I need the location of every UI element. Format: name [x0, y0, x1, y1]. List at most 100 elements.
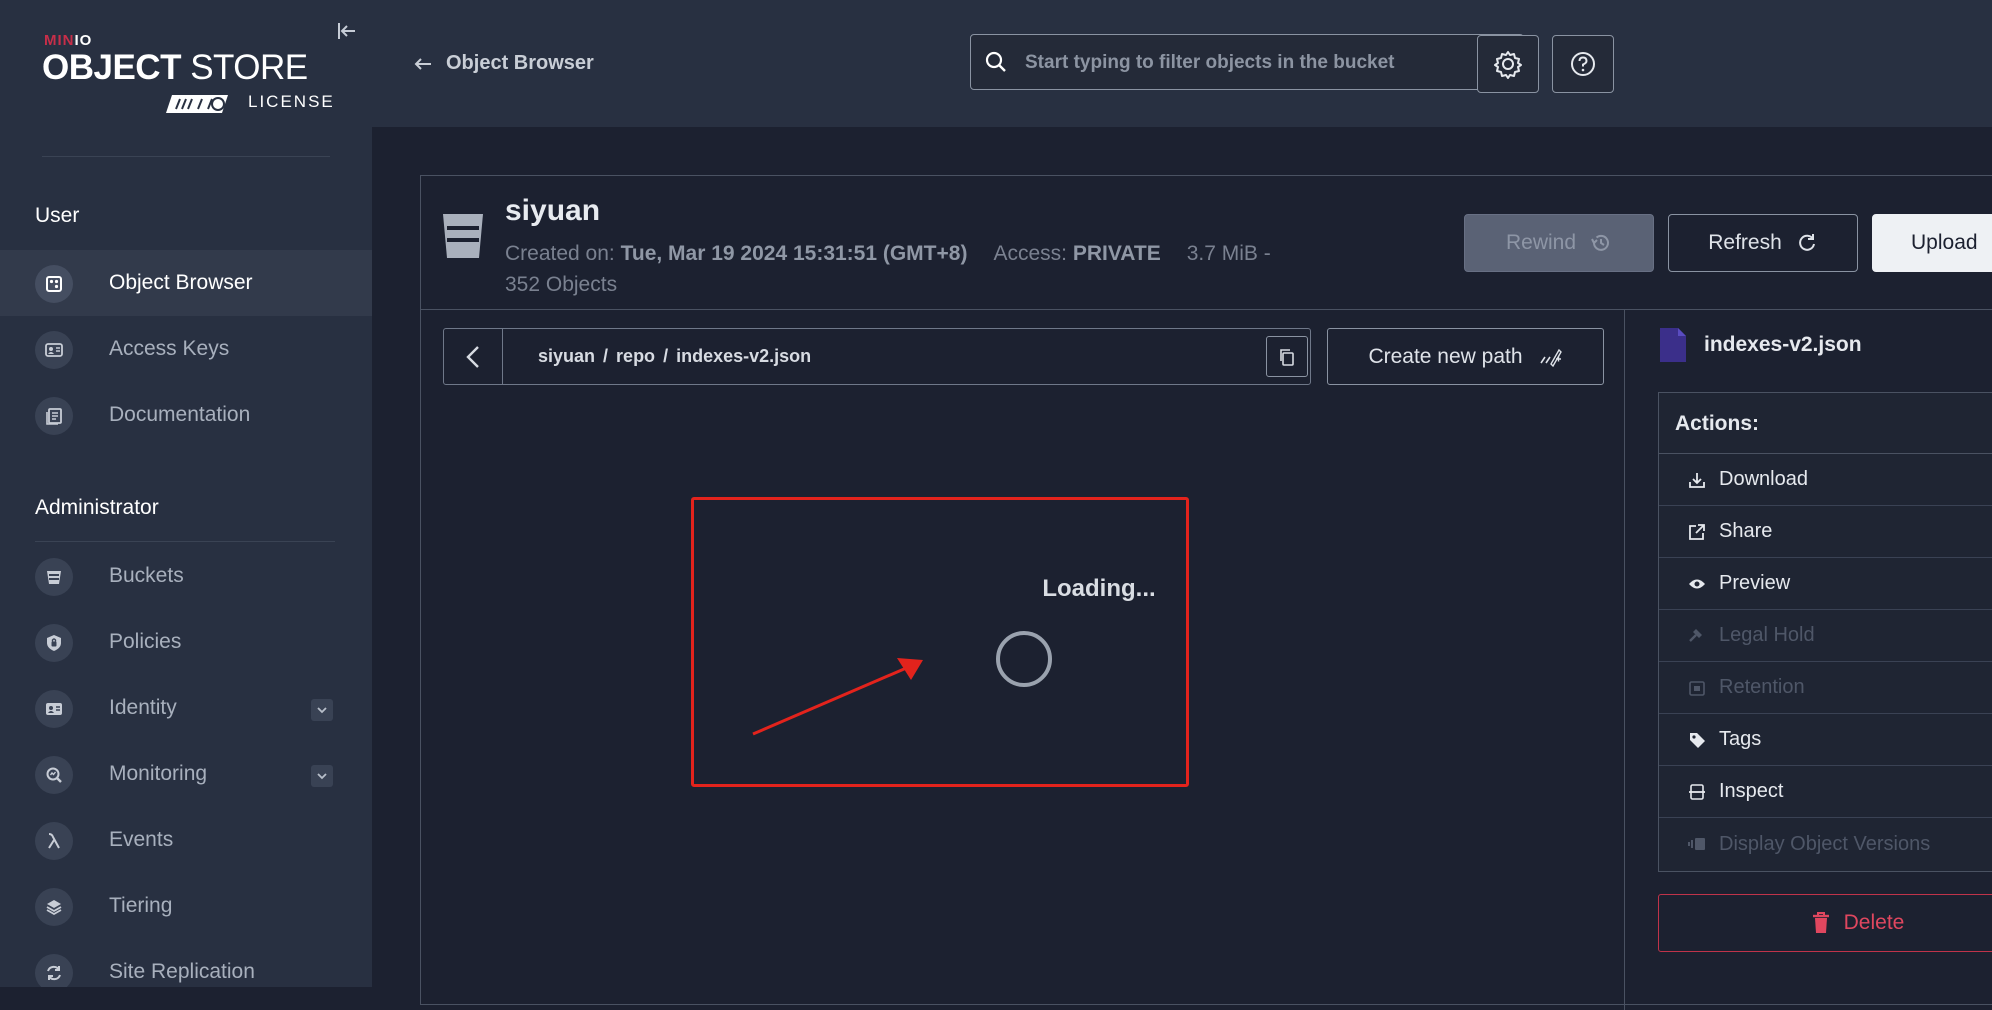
sidebar-item-label: Object Browser — [109, 271, 253, 294]
logo-brand: MINIO — [44, 32, 93, 49]
object-details-panel: indexes-v2.json Actions: Download Share … — [1658, 310, 1992, 1010]
rewind-button[interactable]: Rewind — [1464, 214, 1654, 272]
bucket-icon — [35, 558, 73, 596]
lambda-icon — [35, 822, 73, 860]
access-label: Access: — [993, 242, 1067, 265]
sidebar-item-identity[interactable]: Identity — [0, 675, 372, 741]
chevron-down-icon[interactable] — [311, 765, 333, 787]
bucket-metadata: Created on: Tue, Mar 19 2024 15:31:51 (G… — [505, 238, 1325, 300]
action-share[interactable]: Share — [1659, 506, 1992, 558]
action-label: Download — [1719, 468, 1808, 490]
section-label-user: User — [35, 204, 80, 227]
loading-spinner-icon — [996, 631, 1052, 687]
breadcrumb-item[interactable]: siyuan — [538, 346, 595, 366]
help-icon — [1571, 52, 1595, 76]
access-keys-icon — [35, 331, 73, 369]
bucket-icon — [441, 212, 485, 260]
file-icon — [1660, 328, 1686, 362]
object-name: indexes-v2.json — [1704, 333, 1862, 356]
loading-text: Loading... — [1042, 575, 1156, 602]
action-retention: Retention — [1659, 662, 1992, 714]
action-label: Inspect — [1719, 780, 1784, 802]
refresh-icon — [1798, 234, 1815, 251]
sidebar-item-label: Access Keys — [109, 337, 230, 360]
sidebar-divider — [42, 156, 330, 157]
trash-icon — [1812, 912, 1829, 933]
sidebar-item-label: Tiering — [109, 894, 173, 917]
gear-icon — [1494, 51, 1522, 79]
sidebar-item-label: Monitoring — [109, 762, 208, 785]
create-new-path-label: Create new path — [1368, 344, 1523, 368]
shield-icon — [35, 624, 73, 662]
sidebar-item-label: Events — [109, 828, 174, 851]
versions-icon — [1687, 834, 1707, 854]
magnifier-icon — [35, 756, 73, 794]
download-icon — [1687, 470, 1707, 490]
annotation-highlight-box — [691, 497, 1189, 787]
agpl-badge-icon — [166, 95, 228, 113]
create-new-path-button[interactable]: Create new path — [1327, 328, 1604, 385]
logo-product: OBJECT STORE — [42, 48, 308, 87]
search-input[interactable] — [1023, 43, 1507, 83]
object-count: 352 Objects — [505, 273, 618, 296]
retention-icon — [1687, 678, 1707, 698]
bucket-size: 3.7 MiB - — [1186, 242, 1271, 265]
breadcrumb: siyuan / repo / indexes-v2.json — [443, 328, 1311, 385]
settings-button[interactable] — [1477, 35, 1539, 93]
sidebar-item-buckets[interactable]: Buckets — [0, 543, 372, 609]
new-path-icon — [1539, 348, 1562, 367]
created-value: Tue, Mar 19 2024 15:31:51 (GMT+8) — [620, 242, 968, 265]
actions-list: Actions: Download Share Preview Legal Ho… — [1658, 392, 1992, 872]
copy-path-button[interactable] — [1266, 336, 1308, 377]
action-preview[interactable]: Preview — [1659, 558, 1992, 610]
sidebar-item-policies[interactable]: Policies — [0, 609, 372, 675]
action-label: Preview — [1719, 572, 1791, 594]
inspect-icon — [1687, 782, 1707, 802]
access-value: PRIVATE — [1072, 242, 1161, 265]
sidebar-item-label: Policies — [109, 630, 182, 653]
bucket-panel: siyuan Created on: Tue, Mar 19 2024 15:3… — [420, 175, 1992, 1010]
copy-icon — [1280, 348, 1294, 366]
layers-icon — [35, 888, 73, 926]
action-download[interactable]: Download — [1659, 454, 1992, 506]
sidebar-item-documentation[interactable]: Documentation — [0, 382, 372, 448]
back-to-object-browser-link[interactable]: Object Browser — [414, 52, 594, 75]
sidebar-item-label: Identity — [109, 696, 177, 719]
sidebar-item-monitoring[interactable]: Monitoring — [0, 741, 372, 807]
minio-logo[interactable]: MINIO OBJECT STORE LICENSE — [42, 30, 342, 120]
object-filter-search[interactable] — [970, 34, 1524, 90]
annotation-arrow-icon — [752, 658, 923, 736]
breadcrumb-item[interactable]: repo — [616, 346, 655, 366]
action-tags[interactable]: Tags — [1659, 714, 1992, 766]
collapse-sidebar-icon[interactable] — [336, 20, 358, 42]
action-inspect[interactable]: Inspect — [1659, 766, 1992, 818]
sync-icon — [35, 954, 73, 987]
bucket-name: siyuan — [505, 194, 601, 227]
sidebar-item-events[interactable]: Events — [0, 807, 372, 873]
object-header: indexes-v2.json — [1658, 326, 1862, 364]
action-display-object-versions: Display Object Versions — [1659, 818, 1992, 870]
upload-button[interactable]: Upload — [1872, 214, 1992, 272]
help-button[interactable] — [1552, 35, 1614, 93]
refresh-button[interactable]: Refresh — [1668, 214, 1858, 272]
history-icon — [1591, 234, 1609, 251]
sidebar-item-label: Site Replication — [109, 960, 255, 983]
gavel-icon — [1687, 626, 1707, 646]
action-label: Share — [1719, 520, 1773, 542]
breadcrumb-item[interactable]: indexes-v2.json — [676, 346, 811, 366]
delete-button[interactable]: Delete — [1658, 894, 1992, 952]
id-card-icon — [35, 690, 73, 728]
actions-title: Actions: — [1659, 393, 1992, 454]
action-label: Legal Hold — [1719, 624, 1815, 646]
sidebar-item-access-keys[interactable]: Access Keys — [0, 316, 372, 382]
sidebar-item-site-replication[interactable]: Site Replication — [0, 939, 372, 987]
chevron-down-icon[interactable] — [311, 699, 333, 721]
sidebar-item-tiering[interactable]: Tiering — [0, 873, 372, 939]
breadcrumb-back-button[interactable] — [444, 329, 503, 384]
section-label-administrator: Administrator — [35, 496, 159, 519]
breadcrumb-path: siyuan / repo / indexes-v2.json — [538, 346, 812, 366]
search-icon — [985, 51, 1006, 72]
sidebar-item-object-browser[interactable]: Object Browser — [0, 250, 372, 316]
sidebar-item-label: Documentation — [109, 403, 251, 426]
rewind-label: Rewind — [1505, 231, 1577, 254]
